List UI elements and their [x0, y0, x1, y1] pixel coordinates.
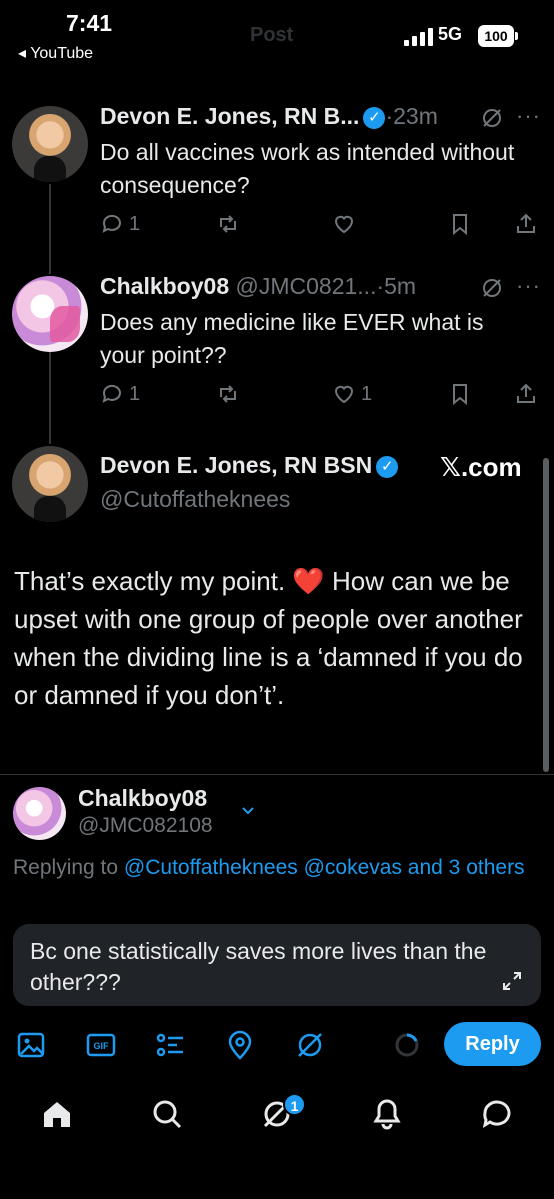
repost-button[interactable]	[216, 212, 245, 236]
share-button[interactable]	[514, 382, 538, 406]
messages-icon[interactable]	[480, 1097, 514, 1131]
thread-line	[49, 184, 51, 274]
post-text: Does any medicine like EVER what is your…	[100, 309, 484, 368]
heart-icon	[334, 385, 354, 404]
character-count-icon	[395, 1033, 419, 1057]
avatar	[13, 787, 66, 840]
bookmark-button[interactable]	[448, 212, 472, 236]
avatar[interactable]	[12, 276, 88, 352]
like-count: 1	[361, 382, 373, 405]
compose-toolbar: GIF Reply	[0, 1022, 554, 1068]
repost-icon	[220, 385, 236, 403]
faded-page-title: Post	[250, 24, 294, 46]
location-icon[interactable]	[225, 1030, 255, 1060]
image-icon[interactable]	[16, 1030, 46, 1060]
reply-button[interactable]: 1	[100, 212, 140, 236]
author-name[interactable]: Chalkboy08	[100, 273, 229, 299]
notification-badge: 1	[283, 1093, 306, 1116]
replying-to: Replying to @Cutoffatheknees @cokevas an…	[13, 852, 533, 883]
reply-icon	[102, 214, 121, 233]
author-handle[interactable]: @JMC0821...	[236, 273, 377, 299]
home-icon[interactable]	[40, 1097, 74, 1131]
main-post-header: Devon E. Jones, RN BSN ✓	[100, 452, 399, 479]
compose-account-handle: @JMC082108	[78, 814, 213, 837]
post-time: ·5m	[376, 273, 417, 299]
thread-line	[49, 352, 51, 444]
svg-text:GIF: GIF	[94, 1041, 110, 1051]
bookmark-button[interactable]	[448, 382, 472, 406]
like-button[interactable]: 1	[332, 382, 372, 406]
divider	[0, 774, 554, 775]
poll-icon[interactable]	[155, 1030, 185, 1060]
post-time: ·23m	[385, 103, 438, 129]
battery-icon: 100	[478, 25, 514, 47]
reply-count: 1	[129, 212, 141, 235]
grok-icon[interactable]	[480, 106, 504, 130]
battery-tip	[515, 32, 518, 40]
post-actions: 1 1	[100, 382, 540, 412]
more-options-icon[interactable]: ···	[516, 103, 541, 129]
reply-icon	[102, 384, 121, 403]
author-name[interactable]: Devon E. Jones, RN BSN	[100, 452, 372, 478]
status-bar: 7:41 ◂ YouTube Post 5G 100	[0, 0, 554, 70]
chevron-down-icon[interactable]	[238, 800, 258, 820]
heart-icon	[334, 215, 354, 234]
repost-button[interactable]	[216, 382, 245, 406]
more-options-icon[interactable]: ···	[516, 273, 541, 299]
replying-prefix: Replying to	[13, 856, 124, 879]
back-to-youtube-link[interactable]: ◂ YouTube	[18, 43, 93, 63]
bell-icon[interactable]	[370, 1097, 404, 1131]
author-name[interactable]: Devon E. Jones, RN B...	[100, 103, 359, 129]
signal-icon	[404, 28, 433, 46]
verified-icon: ✓	[376, 456, 399, 478]
post-actions: 1	[100, 212, 540, 242]
expand-icon[interactable]	[501, 970, 523, 992]
share-icon	[517, 213, 535, 233]
share-icon	[517, 383, 535, 403]
status-time: 7:41	[66, 10, 113, 36]
compose-account-name: Chalkboy08	[78, 785, 208, 811]
source-label: 𝕏.com	[440, 452, 522, 482]
post-header: Devon E. Jones, RN B... ✓ ·23m	[100, 103, 438, 130]
verified-icon: ✓	[363, 107, 386, 129]
grok-icon[interactable]	[480, 276, 504, 300]
gif-icon[interactable]: GIF	[86, 1030, 116, 1060]
post-header: Chalkboy08 @JMC0821...·5m	[100, 273, 416, 300]
repost-icon	[220, 215, 236, 233]
bookmark-icon	[453, 214, 467, 236]
like-button[interactable]	[332, 212, 361, 236]
reply-button[interactable]: 1	[100, 382, 140, 406]
reply-button[interactable]: Reply	[444, 1022, 541, 1066]
scrollbar[interactable]	[543, 458, 549, 772]
search-icon[interactable]	[150, 1097, 184, 1131]
bookmark-icon	[453, 384, 467, 406]
reply-count: 1	[129, 382, 141, 405]
author-handle[interactable]: @Cutoffatheknees	[100, 486, 290, 513]
share-button[interactable]	[514, 212, 538, 236]
grok-icon[interactable]	[295, 1030, 325, 1060]
network-type: 5G	[438, 24, 463, 44]
reply-input[interactable]: Bc one statistically saves more lives th…	[13, 924, 541, 1006]
reply-input-text[interactable]: Bc one statistically saves more lives th…	[30, 936, 500, 998]
post-text: Do all vaccines work as intended without…	[100, 139, 515, 198]
avatar[interactable]	[12, 446, 88, 522]
avatar[interactable]	[12, 106, 88, 182]
main-post-text: That’s exactly my point. ❤️ How can we b…	[14, 566, 523, 710]
bottom-nav: 1	[0, 1085, 554, 1145]
replying-mentions[interactable]: @Cutoffatheknees @cokevas and 3 others	[124, 856, 525, 879]
